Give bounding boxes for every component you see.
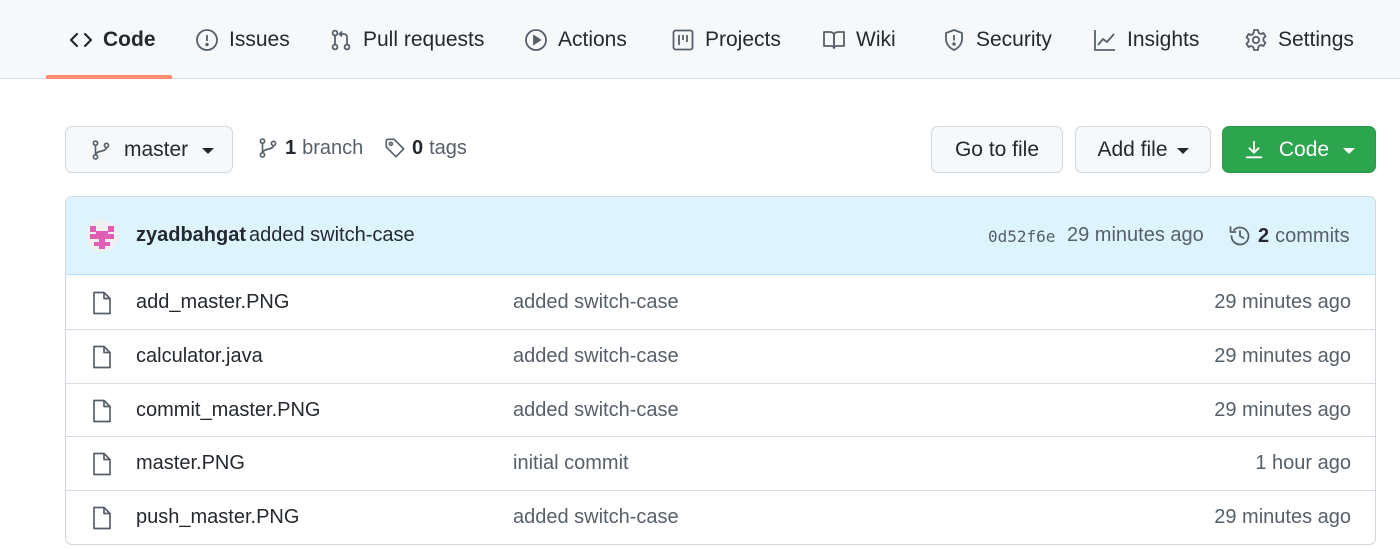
file-name[interactable]: add_master.PNG: [136, 291, 289, 314]
file-icon: [92, 452, 112, 476]
tab-pull-requests[interactable]: Pull requests: [329, 0, 484, 79]
tab-code[interactable]: Code: [69, 0, 156, 79]
tag-label: tags: [429, 136, 467, 159]
file-name[interactable]: push_master.PNG: [136, 506, 299, 529]
file-row[interactable]: master.PNG initial commit 1 hour ago: [66, 436, 1375, 490]
file-commit-time: 29 minutes ago: [1214, 399, 1351, 421]
tab-actions-label: Actions: [558, 27, 627, 51]
file-commit-time: 1 hour ago: [1255, 452, 1351, 474]
code-dropdown-button[interactable]: Code: [1222, 126, 1376, 173]
file-icon: [92, 399, 112, 423]
commits-link[interactable]: 2 commits: [1228, 222, 1350, 250]
graph-icon: [1093, 28, 1127, 52]
branch-select-label: master: [124, 137, 189, 161]
file-commit-message[interactable]: added switch-case: [513, 291, 679, 314]
file-icon: [92, 345, 112, 369]
branch-count: 1: [285, 136, 297, 159]
commit-sha[interactable]: 0d52f6e: [988, 227, 1055, 246]
tab-wiki[interactable]: Wiki: [822, 0, 896, 79]
branch-label: branch: [302, 136, 364, 159]
tab-pull-requests-label: Pull requests: [363, 27, 485, 51]
tab-issues[interactable]: Issues: [195, 0, 290, 79]
play-icon: [524, 28, 558, 52]
commit-count-label: commits: [1275, 224, 1350, 247]
commit-time: 29 minutes ago: [1067, 224, 1204, 246]
file-row[interactable]: push_master.PNG added switch-case 29 min…: [66, 490, 1375, 544]
file-commit-message[interactable]: added switch-case: [513, 506, 679, 529]
history-icon: [1228, 224, 1258, 248]
tab-wiki-label: Wiki: [856, 27, 896, 51]
code-icon: [69, 28, 103, 52]
tag-icon: [384, 137, 412, 159]
shield-icon: [942, 28, 976, 52]
go-to-file-label: Go to file: [954, 137, 1040, 161]
commit-message[interactable]: added switch-case: [249, 224, 415, 247]
gear-icon: [1244, 28, 1278, 52]
branches-link[interactable]: 1 branch: [257, 126, 363, 170]
branch-select-button[interactable]: master: [65, 126, 233, 173]
tab-security-label: Security: [976, 27, 1052, 51]
commit-author[interactable]: zyadbahgat: [136, 224, 246, 247]
add-file-button[interactable]: Add file: [1075, 126, 1211, 173]
issue-opened-icon: [195, 28, 229, 52]
tab-issues-label: Issues: [229, 27, 290, 51]
repo-nav: Code Issues Pull requests Actions Projec…: [0, 0, 1400, 79]
file-row[interactable]: add_master.PNG added switch-case 29 minu…: [66, 276, 1375, 330]
book-icon: [822, 28, 856, 52]
file-name[interactable]: master.PNG: [136, 452, 245, 475]
tab-actions[interactable]: Actions: [524, 0, 627, 79]
tab-projects[interactable]: Projects: [671, 0, 781, 79]
chevron-down-icon: [1343, 147, 1356, 154]
tab-insights-label: Insights: [1127, 27, 1200, 51]
file-row[interactable]: calculator.java added switch-case 29 min…: [66, 329, 1375, 383]
chevron-down-icon: [1176, 147, 1189, 154]
git-branch-icon: [90, 139, 112, 161]
file-commit-time: 29 minutes ago: [1214, 345, 1351, 367]
file-commit-message[interactable]: added switch-case: [513, 345, 679, 368]
tab-projects-label: Projects: [705, 27, 781, 51]
tab-security[interactable]: Security: [942, 0, 1052, 79]
tag-count: 0: [412, 136, 424, 159]
code-button-label: Code: [1278, 137, 1330, 161]
add-file-label: Add file: [1097, 137, 1168, 161]
file-row[interactable]: commit_master.PNG added switch-case 29 m…: [66, 383, 1375, 437]
file-name[interactable]: calculator.java: [136, 345, 263, 368]
latest-commit-bar: zyadbahgat added switch-case 0d52f6e 29 …: [66, 197, 1375, 275]
file-commit-time: 29 minutes ago: [1214, 291, 1351, 313]
file-icon: [92, 291, 112, 315]
go-to-file-button[interactable]: Go to file: [931, 126, 1063, 173]
file-commit-message[interactable]: initial commit: [513, 452, 629, 475]
avatar[interactable]: [86, 220, 118, 252]
tab-settings-label: Settings: [1278, 27, 1354, 51]
file-icon: [92, 506, 112, 530]
tab-insights[interactable]: Insights: [1093, 0, 1199, 79]
file-commit-time: 29 minutes ago: [1214, 506, 1351, 528]
git-pull-request-icon: [329, 28, 363, 52]
selected-tab-indicator: [46, 75, 172, 79]
file-commit-message[interactable]: added switch-case: [513, 399, 679, 422]
file-name[interactable]: commit_master.PNG: [136, 399, 320, 422]
tab-settings[interactable]: Settings: [1244, 0, 1354, 79]
download-icon: [1243, 139, 1265, 161]
tags-link[interactable]: 0 tags: [384, 126, 467, 170]
chevron-down-icon: [202, 147, 215, 154]
tab-code-label: Code: [103, 27, 156, 51]
commit-count: 2: [1258, 224, 1270, 247]
file-browser: zyadbahgat added switch-case 0d52f6e 29 …: [65, 196, 1376, 545]
project-icon: [671, 28, 705, 52]
git-branch-icon: [257, 137, 285, 159]
